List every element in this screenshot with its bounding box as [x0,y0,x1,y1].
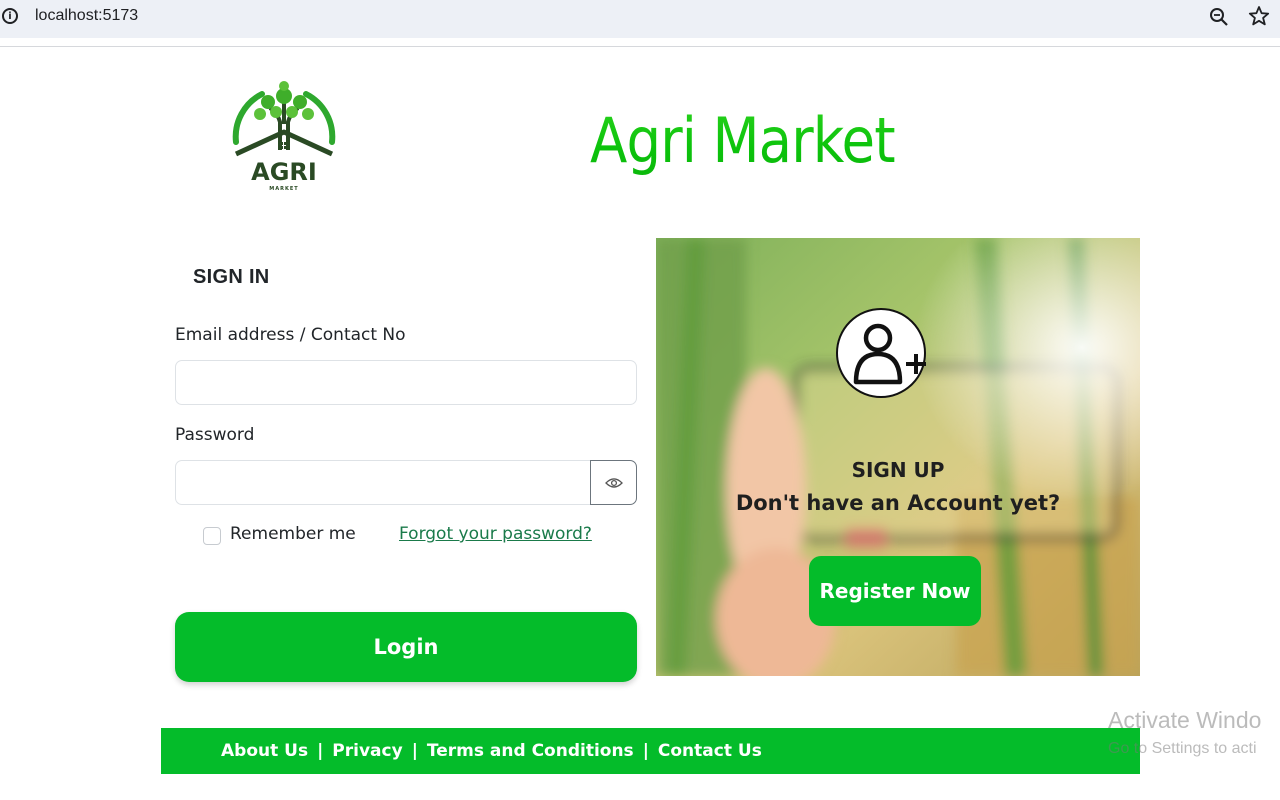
register-now-button[interactable]: Register Now [809,556,981,626]
browser-divider [0,46,1280,47]
email-input[interactable] [175,360,637,405]
footer-link-about[interactable]: About Us [221,741,308,761]
activation-watermark-subtitle: Go to Settings to acti [1108,740,1257,757]
agri-logo: AGRI MARKET [222,80,346,196]
activation-watermark-title: Activate Windo [1108,707,1262,733]
star-icon[interactable] [1248,5,1270,27]
footer-separator: | [642,741,649,761]
footer-link-privacy[interactable]: Privacy [332,741,402,761]
footer-link-contact[interactable]: Contact Us [658,741,762,761]
brand-title: Agri Market [590,104,896,177]
forgot-password-link[interactable]: Forgot your password? [399,524,592,544]
logo-subtext: MARKET [269,186,299,192]
show-password-button[interactable] [590,460,637,505]
user-add-icon [836,308,926,398]
signin-heading: SIGN IN [193,266,270,288]
info-icon[interactable]: i [2,8,18,24]
eye-icon [604,477,623,488]
signup-subtitle: Don't have an Account yet? [735,491,1061,515]
password-input[interactable] [175,460,591,505]
footer-separator: | [317,741,324,761]
browser-address-bar: i localhost:5173 [0,0,1280,38]
zoom-icon[interactable] [1208,6,1230,28]
signup-panel: SIGN UP Don't have an Account yet? Regis… [656,238,1140,676]
email-label: Email address / Contact No [175,325,406,345]
login-button[interactable]: Login [175,612,637,682]
footer-separator: | [411,741,418,761]
signup-title: SIGN UP [851,458,945,482]
footer-link-terms[interactable]: Terms and Conditions [427,741,634,761]
url-text[interactable]: localhost:5173 [35,7,138,25]
logo-text: AGRI [251,158,317,186]
remember-checkbox[interactable] [203,527,221,545]
tree-logo-icon [232,81,336,157]
footer-bar: About Us | Privacy | Terms and Condition… [161,728,1140,774]
remember-label[interactable]: Remember me [230,524,356,544]
password-label: Password [175,425,255,445]
